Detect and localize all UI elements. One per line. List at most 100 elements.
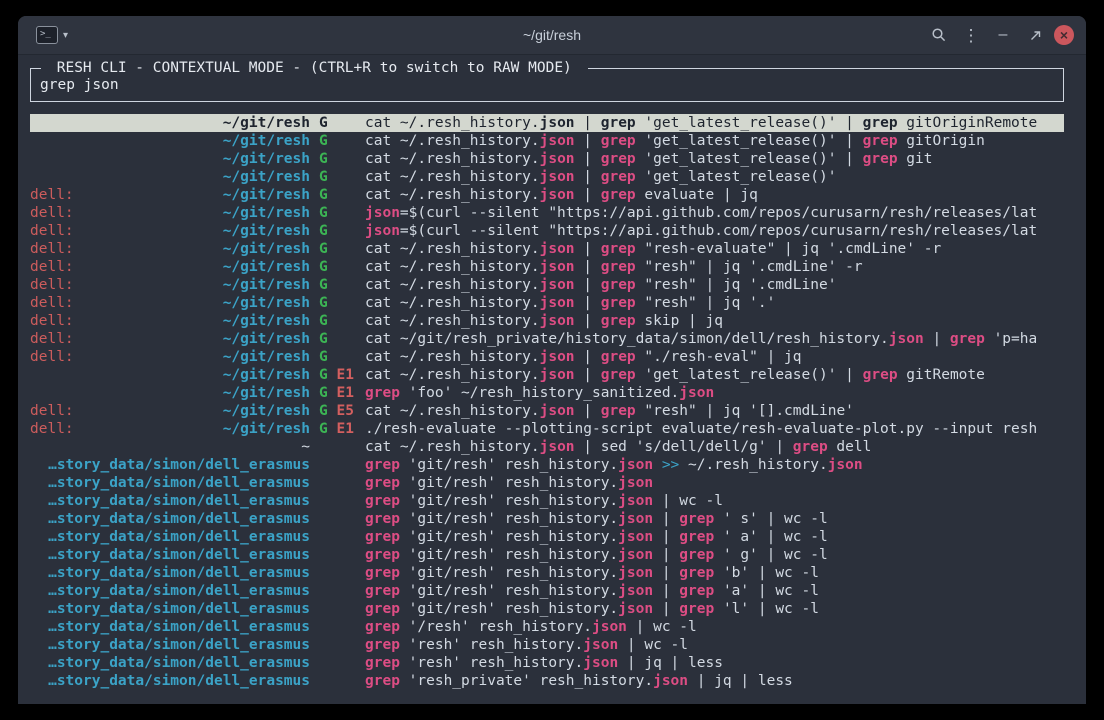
history-row[interactable]: ~/git/reshG E1cat ~/.resh_history.json |…: [30, 366, 1064, 384]
history-row[interactable]: dell:~/git/reshG E5cat ~/.resh_history.j…: [30, 402, 1064, 420]
history-row[interactable]: dell:~/git/reshGcat ~/.resh_history.json…: [30, 240, 1064, 258]
close-button[interactable]: ×: [1054, 25, 1074, 45]
history-row[interactable]: …story_data/simon/dell_erasmusgrep 'resh…: [30, 654, 1064, 672]
history-row[interactable]: …story_data/simon/dell_erasmusgrep 'git/…: [30, 582, 1064, 600]
history-row-selected[interactable]: ~/git/reshGcat ~/.resh_history.json | gr…: [30, 114, 1064, 132]
flags-column: [310, 510, 365, 528]
flags-column: G: [310, 276, 365, 294]
host-label: dell:: [30, 222, 74, 240]
command-text: cat ~/.resh_history.json | grep 'get_lat…: [365, 132, 1064, 150]
command-text: grep 'git/resh' resh_history.json | wc -…: [365, 492, 1064, 510]
history-row[interactable]: …story_data/simon/dell_erasmus grep 'git/…: [30, 492, 1064, 510]
restore-icon: [1029, 29, 1042, 42]
search-button[interactable]: [926, 22, 952, 48]
history-row[interactable]: ~/git/reshG E1grep 'foo' ~/resh_history_…: [30, 384, 1064, 402]
history-row[interactable]: dell:~/git/reshG E1./resh-evaluate --plo…: [30, 420, 1064, 438]
directory-label: …story_data/simon/dell_erasmus: [48, 492, 310, 510]
directory-label: …story_data/simon/dell_erasmus: [48, 474, 310, 492]
titlebar[interactable]: ~/git/resh >_ ▾ ⋮ –: [18, 16, 1086, 55]
exit-code-flag: E5: [336, 403, 353, 419]
menu-button[interactable]: ⋮: [958, 22, 984, 48]
row-left-column: ~/git/resh: [30, 384, 310, 402]
history-row[interactable]: dell:~/git/reshGcat ~/.resh_history.json…: [30, 348, 1064, 366]
history-row[interactable]: dell:~/git/reshGcat ~/.resh_history.json…: [30, 294, 1064, 312]
row-left-column: …story_data/simon/dell_erasmus: [30, 654, 310, 672]
flags-column: G: [310, 330, 365, 348]
host-label: dell:: [30, 330, 74, 348]
flags-column: [310, 654, 365, 672]
directory-label: …story_data/simon/dell_erasmus: [48, 672, 310, 690]
directory-label: ~/git/resh: [223, 114, 310, 132]
history-row[interactable]: …story_data/simon/dell_erasmusgrep 'git/…: [30, 564, 1064, 582]
directory-label: …story_data/simon/dell_erasmus: [48, 582, 310, 600]
flags-column: G: [310, 258, 365, 276]
history-row[interactable]: ~cat ~/.resh_history.json | sed 's/dell/…: [30, 438, 1064, 456]
row-left-column: …story_data/simon/dell_erasmus: [30, 582, 310, 600]
directory-label: ~/git/resh: [223, 204, 310, 222]
desktop-background: ~/git/resh >_ ▾ ⋮ –: [0, 0, 1104, 720]
row-left-column: ~/git/resh: [30, 150, 310, 168]
history-row[interactable]: dell:~/git/reshGcat ~/.resh_history.json…: [30, 312, 1064, 330]
history-row[interactable]: dell:~/git/reshGcat ~/.resh_history.json…: [30, 276, 1064, 294]
directory-label: ~/git/resh: [223, 258, 310, 276]
row-left-column: …story_data/simon/dell_erasmus: [30, 546, 310, 564]
history-row[interactable]: …story_data/simon/dell_erasmusgrep 'git/…: [30, 528, 1064, 546]
directory-label: ~/git/resh: [223, 222, 310, 240]
host-label: dell:: [30, 186, 74, 204]
history-row[interactable]: …story_data/simon/dell_erasmusgrep 'git/…: [30, 474, 1064, 492]
flags-column: [310, 438, 365, 456]
minimize-button[interactable]: –: [990, 22, 1016, 48]
search-box: RESH CLI - CONTEXTUAL MODE - (CTRL+R to …: [30, 68, 1064, 102]
history-row[interactable]: …story_data/simon/dell_erasmusgrep 'git/…: [30, 456, 1064, 474]
host-label: dell:: [30, 312, 74, 330]
directory-label: …story_data/simon/dell_erasmus: [48, 564, 310, 582]
row-left-column: dell: ~/git/resh: [30, 186, 310, 204]
directory-label: ~/git/resh: [223, 276, 310, 294]
flags-column: [310, 636, 365, 654]
git-flag: G: [319, 313, 328, 329]
history-row[interactable]: dell:~/git/reshGjson=$(curl --silent "ht…: [30, 222, 1064, 240]
history-row[interactable]: …story_data/simon/dell_erasmusgrep 'resh…: [30, 636, 1064, 654]
row-left-column: …story_data/simon/dell_erasmus: [30, 636, 310, 654]
row-left-column: dell:~/git/resh: [30, 204, 310, 222]
row-left-column: ~/git/resh: [30, 366, 310, 384]
directory-label: ~/git/resh: [223, 186, 310, 204]
history-row[interactable]: ~/git/reshGcat ~/.resh_history.json | gr…: [30, 132, 1064, 150]
flags-column: G: [310, 312, 365, 330]
git-flag: G: [319, 367, 328, 383]
history-row[interactable]: …story_data/simon/dell_erasmusgrep 'git/…: [30, 600, 1064, 618]
row-left-column: ~/git/resh: [30, 114, 310, 132]
flags-column: [310, 492, 365, 510]
flags-column: G: [310, 168, 365, 186]
directory-label: …story_data/simon/dell_erasmus: [48, 636, 310, 654]
restore-button[interactable]: [1022, 22, 1048, 48]
command-text: grep '/resh' resh_history.json | wc -l: [365, 618, 1064, 636]
host-label: dell:: [30, 276, 74, 294]
history-row[interactable]: …story_data/simon/dell_erasmusgrep 'resh…: [30, 672, 1064, 690]
flags-column: [310, 456, 365, 474]
directory-label: …story_data/simon/dell_erasmus: [48, 528, 310, 546]
command-text: cat ~/.resh_history.json | grep 'get_lat…: [365, 168, 1064, 186]
close-icon: ×: [1060, 28, 1068, 42]
history-row[interactable]: dell:~/git/reshGcat ~/git/resh_private/h…: [30, 330, 1064, 348]
app-menu-button[interactable]: >_ ▾: [30, 23, 74, 47]
terminal-content: RESH CLI - CONTEXTUAL MODE - (CTRL+R to …: [18, 54, 1086, 704]
row-left-column: dell: ~/git/resh: [30, 276, 310, 294]
history-row[interactable]: ~/git/reshGcat ~/.resh_history.json | gr…: [30, 168, 1064, 186]
directory-label: ~/git/resh: [223, 240, 310, 258]
history-row[interactable]: dell:~/git/reshGjson=$(curl --silent "ht…: [30, 204, 1064, 222]
flags-column: [310, 528, 365, 546]
flags-column: G E1: [310, 420, 365, 438]
history-row[interactable]: …story_data/simon/dell_erasmusgrep 'git/…: [30, 546, 1064, 564]
mode-title: RESH CLI - CONTEXTUAL MODE - (CTRL+R to …: [41, 59, 588, 77]
flags-column: G: [310, 132, 365, 150]
history-row[interactable]: …story_data/simon/dell_erasmusgrep 'git/…: [30, 510, 1064, 528]
history-row[interactable]: dell:~/git/reshGcat ~/.resh_history.json…: [30, 258, 1064, 276]
history-row[interactable]: ~/git/reshGcat ~/.resh_history.json | gr…: [30, 150, 1064, 168]
flags-column: G E1: [310, 366, 365, 384]
directory-label: …story_data/simon/dell_erasmus: [48, 456, 310, 474]
git-flag: G: [319, 385, 328, 401]
directory-label: ~/git/resh: [223, 330, 310, 348]
history-row[interactable]: …story_data/simon/dell_erasmusgrep '/res…: [30, 618, 1064, 636]
history-row[interactable]: dell:~/git/reshGcat ~/.resh_history.json…: [30, 186, 1064, 204]
